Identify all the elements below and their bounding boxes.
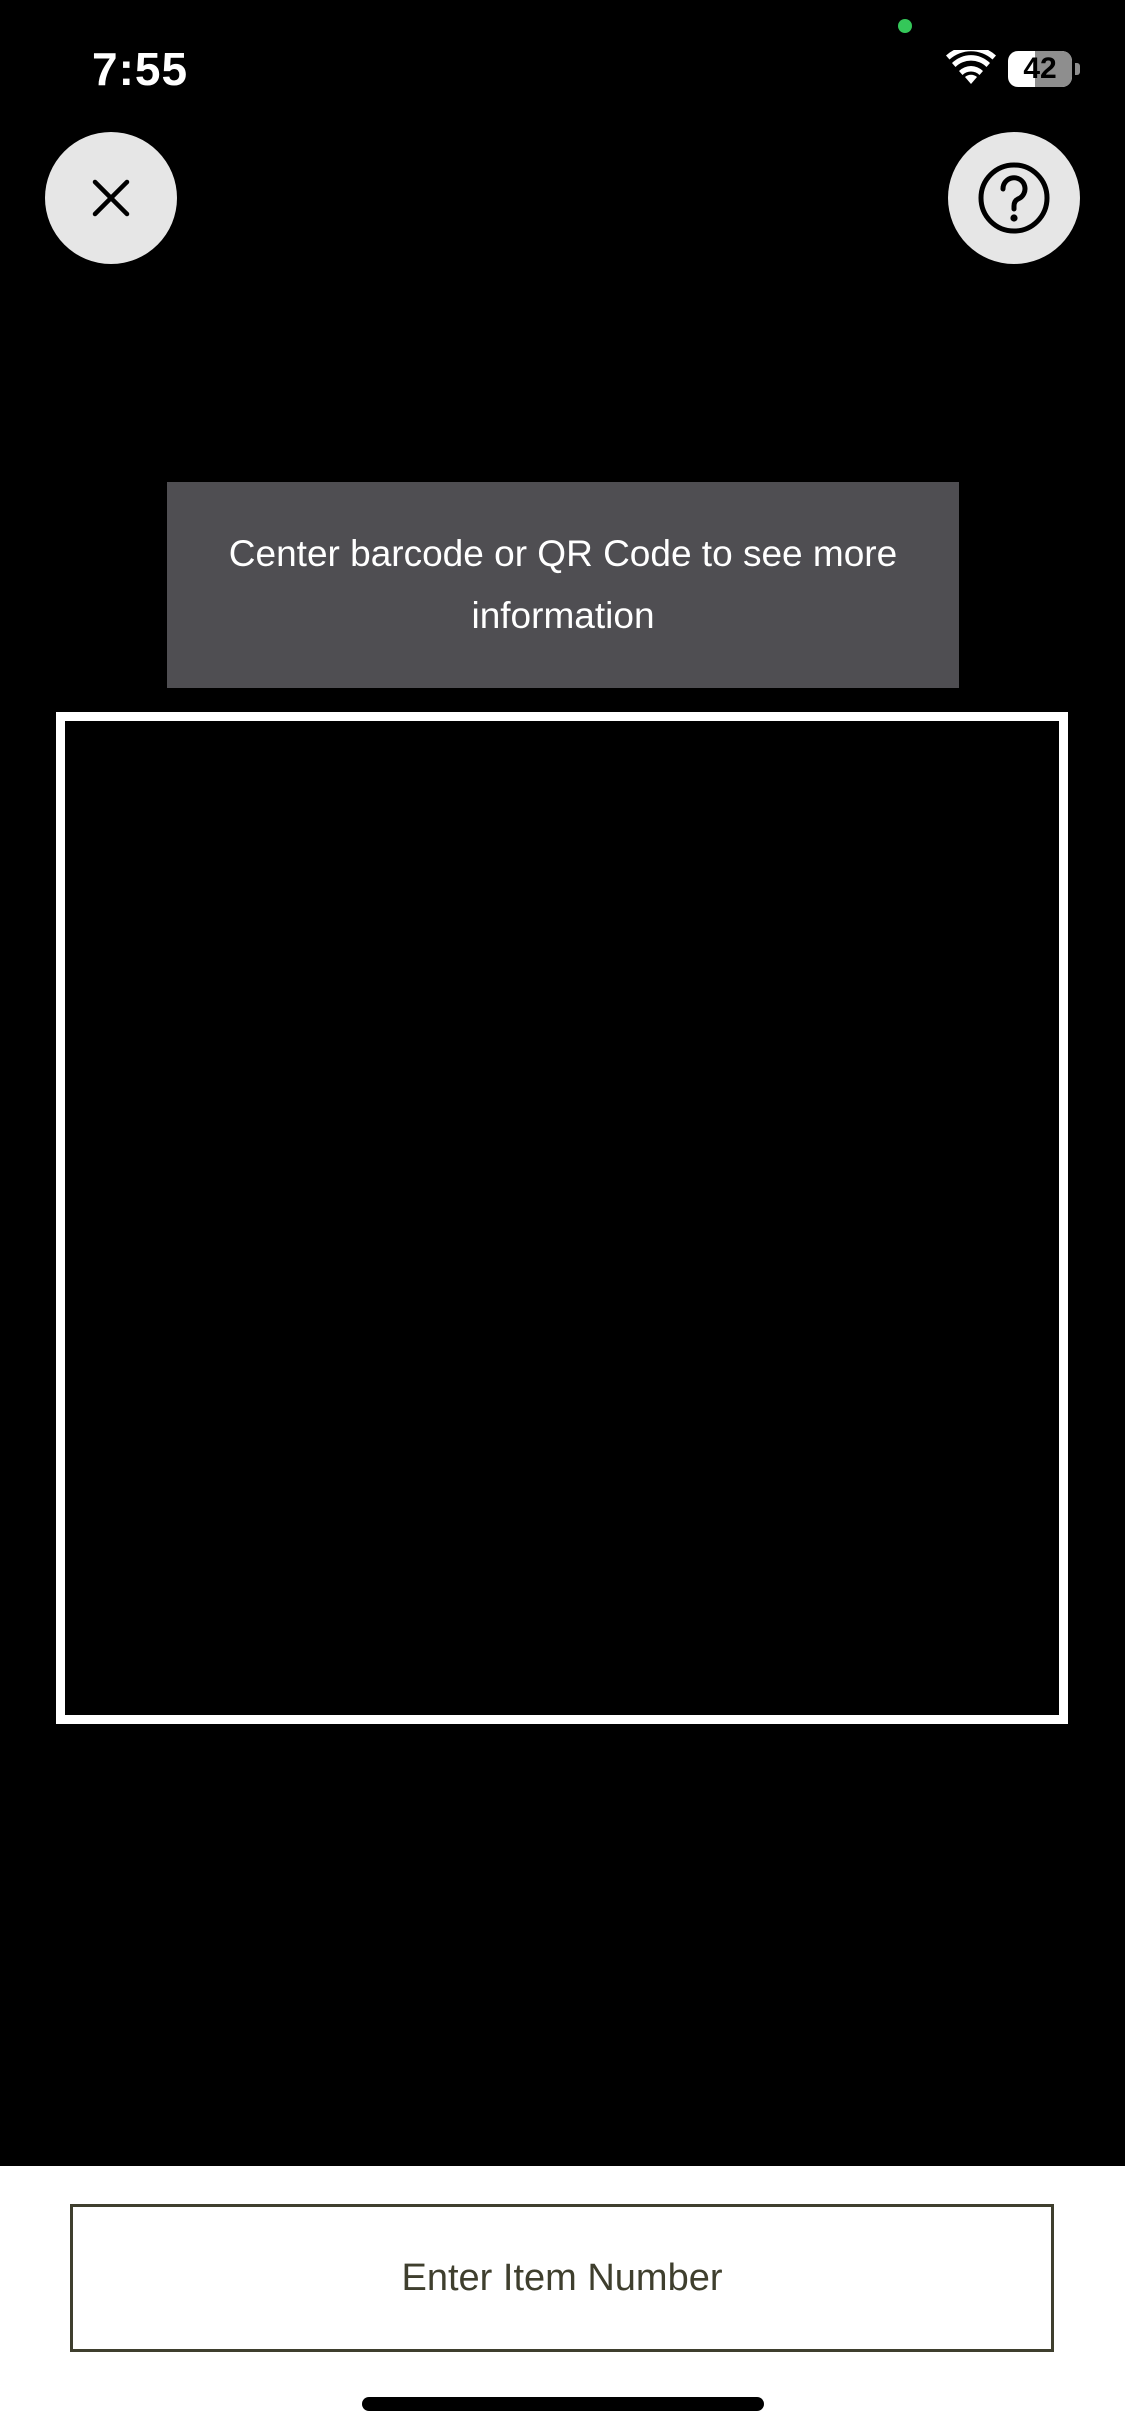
battery-cap (1075, 63, 1080, 75)
wifi-icon (946, 50, 996, 84)
close-icon (92, 179, 130, 217)
question-circle-icon (978, 162, 1050, 234)
battery-level: 42 (1023, 52, 1057, 85)
battery-body: 42 (1008, 51, 1072, 87)
camera-viewfinder-frame (56, 712, 1068, 1724)
scan-hint-banner: Center barcode or QR Code to see more in… (167, 482, 959, 688)
enter-item-number-button[interactable]: Enter Item Number (70, 2204, 1054, 2352)
bottom-panel: Enter Item Number (0, 2166, 1125, 2436)
battery-indicator: 42 (1008, 51, 1080, 87)
status-bar: 7:55 42 (0, 0, 1125, 140)
close-button[interactable] (45, 132, 177, 264)
help-button[interactable] (948, 132, 1080, 264)
home-indicator[interactable] (362, 2397, 764, 2411)
privacy-indicator-dot (898, 19, 912, 33)
status-time: 7:55 (92, 43, 189, 95)
scan-hint-text: Center barcode or QR Code to see more in… (228, 533, 898, 636)
